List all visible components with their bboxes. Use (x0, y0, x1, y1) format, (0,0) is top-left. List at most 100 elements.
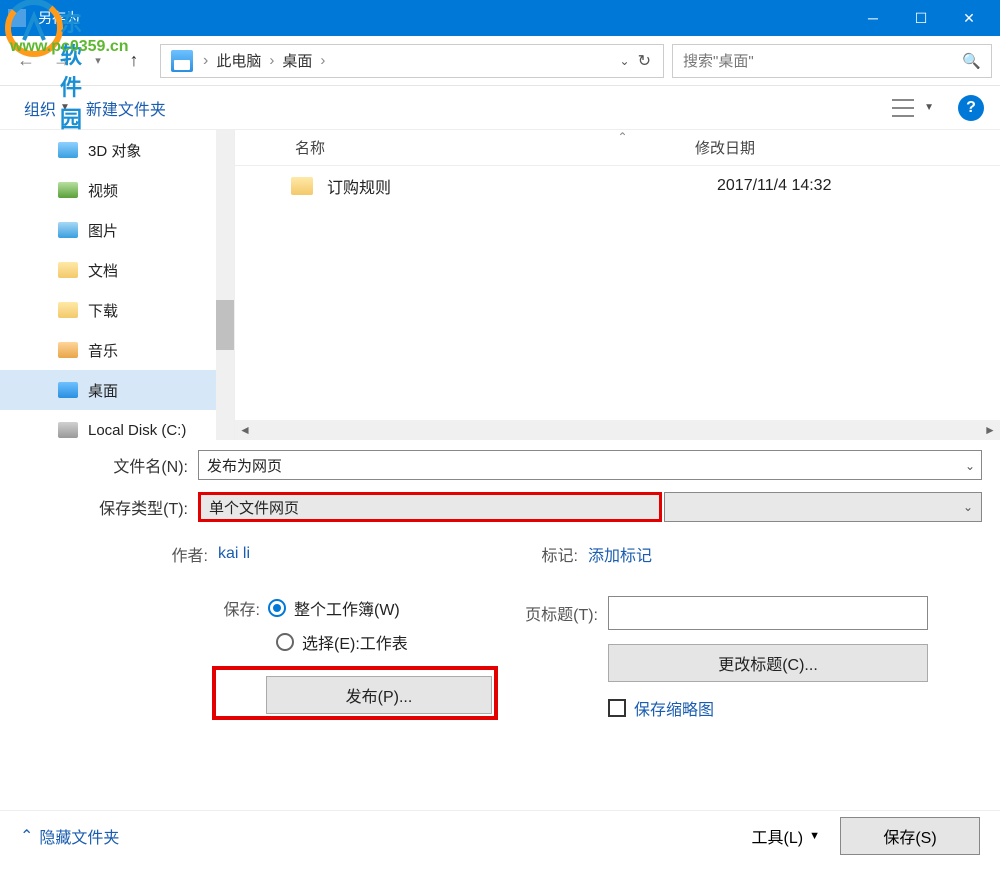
sidebar-scrollbar[interactable] (216, 130, 234, 440)
tags-value[interactable]: 添加标记 (588, 542, 652, 566)
filetype-value: 单个文件网页 (209, 497, 299, 518)
tools-label: 工具(L) (752, 824, 804, 848)
titlebar: 另存为 ─ ☐ ✕ (0, 0, 1000, 36)
desktop-icon (58, 382, 78, 398)
app-icon (8, 9, 26, 27)
search-icon[interactable]: 🔍 (962, 52, 981, 70)
help-button[interactable]: ? (958, 95, 984, 121)
file-list: ⌃ 名称 修改日期 订购规则 2017/11/4 14:32 ◄ ► (235, 130, 1000, 440)
address-bar[interactable]: › 此电脑 › 桌面 › ⌄ ↻ (160, 44, 664, 78)
horizontal-scrollbar[interactable]: ◄ ► (235, 420, 1000, 440)
navbar: ← → ▾ ↑ › 此电脑 › 桌面 › ⌄ ↻ 搜索"桌面" 🔍 (0, 36, 1000, 86)
filename-value: 发布为网页 (207, 455, 282, 476)
chevron-right-icon: › (265, 52, 278, 69)
downloads-icon (58, 302, 78, 318)
file-row[interactable]: 订购规则 2017/11/4 14:32 (235, 166, 1000, 206)
save-button[interactable]: 保存(S) (840, 817, 980, 855)
window-title: 另存为 (34, 8, 850, 28)
column-date[interactable]: 修改日期 (695, 137, 1000, 158)
hide-folders-label: 隐藏文件夹 (39, 824, 119, 848)
publish-button[interactable]: 发布(P)... (266, 676, 492, 714)
maximize-button[interactable]: ☐ (898, 0, 944, 36)
chevron-down-icon[interactable]: ⌄ (963, 500, 973, 514)
change-title-button[interactable]: 更改标题(C)... (608, 644, 928, 682)
sidebar-item-downloads[interactable]: 下载 (0, 290, 234, 330)
chevron-right-icon: › (316, 52, 329, 69)
chevron-down-icon[interactable]: ⌄ (965, 459, 975, 473)
documents-icon (58, 262, 78, 278)
thumbnail-label: 保存缩略图 (634, 696, 714, 720)
pictures-icon (58, 222, 78, 238)
recent-dropdown[interactable]: ▾ (80, 43, 116, 79)
new-folder-label: 新建文件夹 (86, 96, 166, 120)
tags-label: 标记: (518, 542, 588, 566)
sidebar-label: 桌面 (88, 380, 118, 401)
radio-workbook-label: 整个工作簿(W) (294, 596, 400, 620)
hide-folders-button[interactable]: ⌃ 隐藏文件夹 (20, 824, 119, 848)
sidebar-label: 文档 (88, 260, 118, 281)
view-button[interactable]: ▼ (884, 95, 942, 121)
chevron-down-icon: ▼ (809, 830, 820, 842)
sidebar-label: 音乐 (88, 340, 118, 361)
organize-button[interactable]: 组织 ▼ (16, 92, 78, 124)
forward-button[interactable]: → (44, 43, 80, 79)
radio-selection-label: 选择(E):工作表 (302, 630, 408, 654)
location-icon (171, 50, 193, 72)
radio-workbook[interactable] (268, 599, 286, 617)
sidebar-item-3d[interactable]: 3D 对象 (0, 130, 234, 170)
chevron-down-icon: ▼ (60, 102, 70, 113)
scroll-right-icon[interactable]: ► (980, 423, 1000, 437)
breadcrumb[interactable]: 此电脑 › 桌面 › (212, 50, 329, 71)
breadcrumb-item[interactable]: 桌面 (278, 50, 316, 71)
sidebar-label: 视频 (88, 180, 118, 201)
search-input[interactable]: 搜索"桌面" 🔍 (672, 44, 992, 78)
chevron-up-icon: ⌃ (20, 826, 33, 846)
close-button[interactable]: ✕ (946, 0, 992, 36)
music-icon (58, 342, 78, 358)
chevron-down-icon: ▼ (924, 102, 934, 113)
filename-label: 文件名(N): (18, 453, 198, 477)
sidebar-item-documents[interactable]: 文档 (0, 250, 234, 290)
tools-dropdown[interactable]: 工具(L) ▼ (752, 824, 840, 848)
author-label: 作者: (18, 542, 218, 566)
file-date: 2017/11/4 14:32 (717, 177, 831, 195)
sidebar-label: 下载 (88, 300, 118, 321)
filetype-label: 保存类型(T): (18, 495, 198, 519)
sidebar-label: 图片 (88, 220, 118, 241)
breadcrumb-item[interactable]: 此电脑 (212, 50, 265, 71)
column-expand-icon[interactable]: ⌃ (618, 130, 628, 144)
back-button[interactable]: ← (8, 43, 44, 79)
refresh-icon[interactable]: ↻ (638, 51, 651, 71)
radio-selection[interactable] (276, 633, 294, 651)
thumbnail-checkbox[interactable] (608, 699, 626, 717)
minimize-button[interactable]: ─ (850, 0, 896, 36)
filetype-combo[interactable]: 单个文件网页 (198, 492, 662, 522)
sidebar-item-localdisk[interactable]: Local Disk (C:) (0, 410, 234, 440)
sidebar-item-music[interactable]: 音乐 (0, 330, 234, 370)
sidebar-item-pictures[interactable]: 图片 (0, 210, 234, 250)
disk-icon (58, 422, 78, 438)
page-title-label: 页标题(T): (498, 601, 608, 625)
sidebar-label: Local Disk (C:) (88, 422, 186, 439)
address-dropdown-icon[interactable]: ⌄ (620, 54, 630, 68)
filename-input[interactable]: 发布为网页 ⌄ (198, 450, 982, 480)
publish-highlight: 发布(P)... (212, 666, 498, 720)
author-value[interactable]: kai li (218, 545, 518, 563)
save-form: 文件名(N): 发布为网页 ⌄ 保存类型(T): 单个文件网页 ⌄ 作者: ka… (0, 440, 1000, 720)
save-scope-label: 保存: (208, 596, 268, 620)
organize-label: 组织 (24, 96, 56, 120)
page-title-input[interactable] (608, 596, 928, 630)
sidebar-label: 3D 对象 (88, 140, 141, 161)
toolbar: 组织 ▼ 新建文件夹 ▼ ? (0, 86, 1000, 130)
view-icon (892, 99, 914, 117)
scroll-left-icon[interactable]: ◄ (235, 423, 255, 437)
up-button[interactable]: ↑ (116, 43, 152, 79)
new-folder-button[interactable]: 新建文件夹 (78, 92, 174, 124)
search-placeholder: 搜索"桌面" (683, 50, 754, 71)
sidebar-item-videos[interactable]: 视频 (0, 170, 234, 210)
bottom-bar: ⌃ 隐藏文件夹 工具(L) ▼ 保存(S) (0, 810, 1000, 860)
sidebar-item-desktop[interactable]: 桌面 (0, 370, 234, 410)
folder-icon (291, 177, 313, 195)
sidebar: 3D 对象 视频 图片 文档 下载 音乐 桌面 Local Disk (C:) (0, 130, 235, 440)
videos-icon (58, 182, 78, 198)
